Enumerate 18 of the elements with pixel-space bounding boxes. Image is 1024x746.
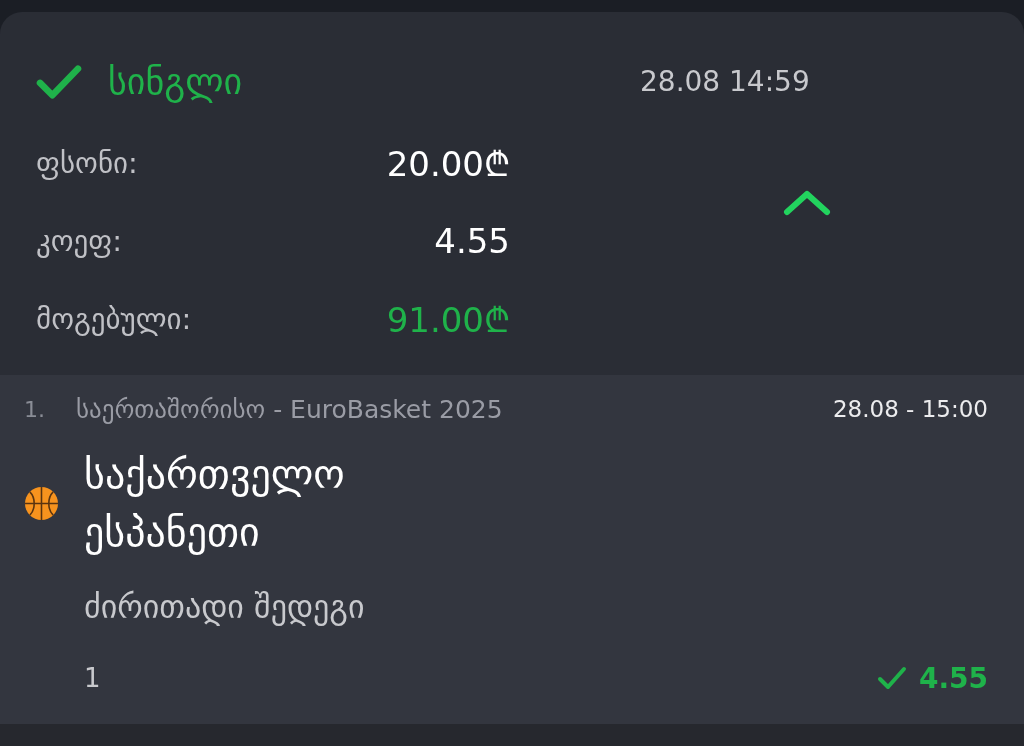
row-label: კოეფ:	[36, 224, 123, 258]
match-datetime: 28.08 - 15:00	[832, 396, 988, 422]
row-value: 91.00₾	[386, 299, 510, 342]
team-name: საქართველო	[84, 450, 345, 499]
row-label: ფსონი:	[36, 146, 138, 180]
row-label: მოგებული:	[36, 302, 192, 336]
pick-label: 1	[84, 663, 101, 693]
team-name: ესპანეთი	[84, 508, 261, 557]
bet-datetime: 28.08 14:59	[640, 64, 810, 100]
chevron-up-icon[interactable]	[783, 189, 831, 216]
basketball-icon	[24, 485, 59, 521]
selection-number: 1.	[24, 396, 46, 422]
market-name: ძირითადი შედეგი	[84, 588, 365, 626]
bet-type-title: სინგლი	[108, 60, 243, 105]
odds-value: 4.55	[918, 661, 988, 695]
row-value: 4.55	[434, 221, 510, 261]
league-name: საერთაშორისო - EuroBasket 2025	[76, 394, 503, 424]
row-value: 20.00₾	[386, 143, 510, 186]
